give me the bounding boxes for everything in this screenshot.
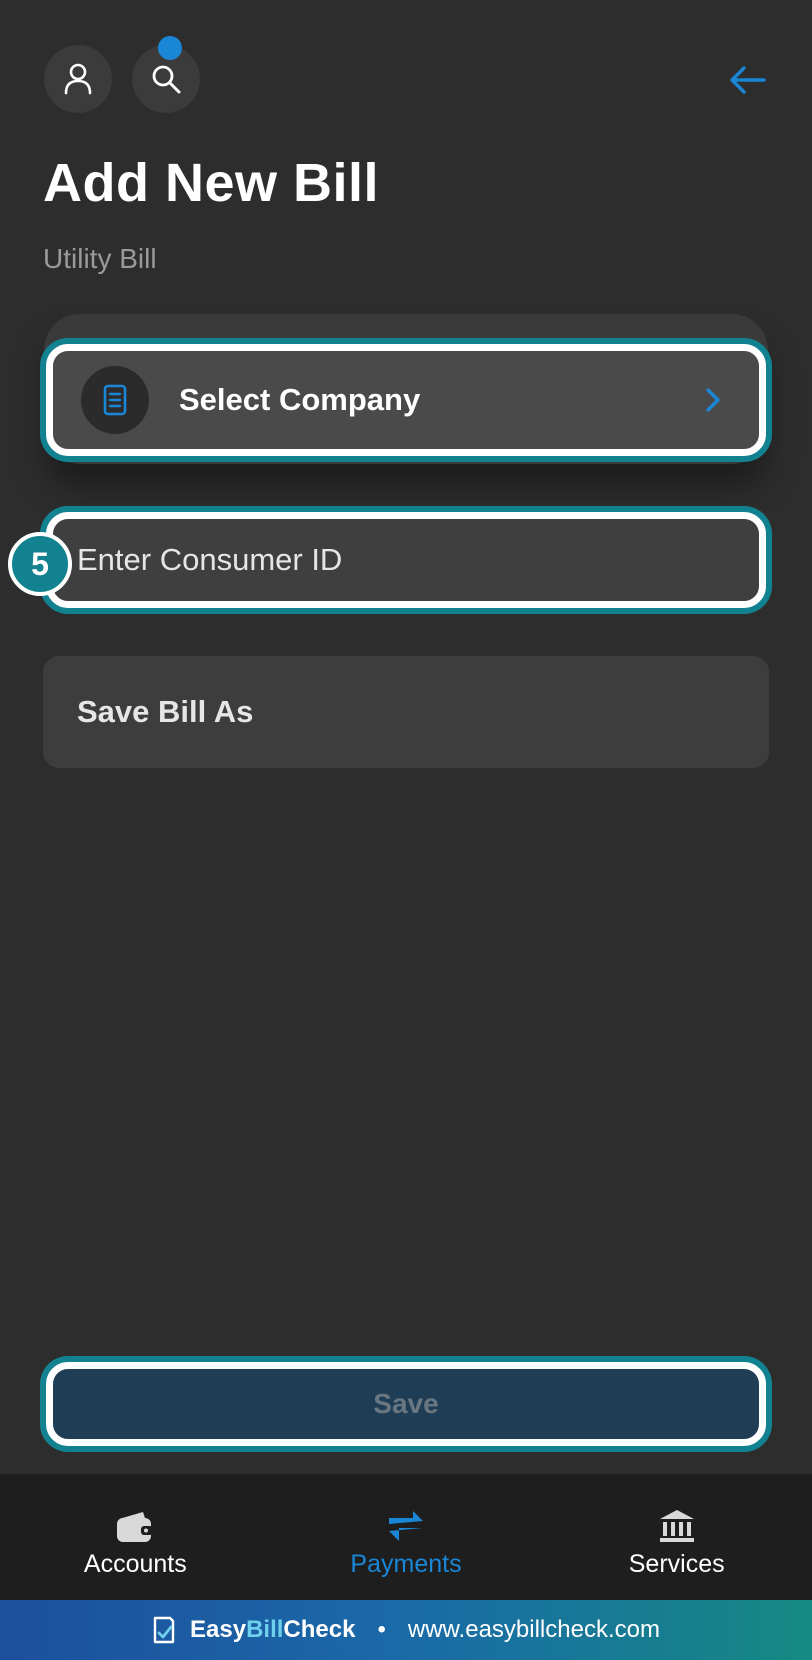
brand-logo-icon — [152, 1616, 176, 1644]
consumer-id-input[interactable] — [77, 542, 717, 578]
back-button[interactable] — [724, 56, 772, 104]
nav-label-payments: Payments — [350, 1550, 462, 1578]
save-button[interactable]: Save — [46, 1362, 766, 1446]
page-subtitle: Utility Bill — [43, 243, 157, 274]
brand-footer: EasyBillCheck • www.easybillcheck.com — [0, 1600, 812, 1660]
nav-item-accounts[interactable]: Accounts — [0, 1474, 271, 1600]
consumer-id-field[interactable] — [46, 512, 766, 608]
page-title: Add New Bill — [43, 153, 380, 213]
footer-separator: • — [377, 1616, 386, 1643]
arrow-left-icon — [730, 66, 766, 94]
bottom-nav: Accounts Payments Services — [0, 1474, 812, 1600]
bank-icon — [658, 1504, 696, 1544]
nav-label-accounts: Accounts — [83, 1550, 187, 1578]
notification-dot — [158, 36, 182, 60]
brand-name: EasyBillCheck — [190, 1616, 355, 1644]
chevron-right-icon — [705, 387, 721, 413]
search-icon — [152, 65, 181, 94]
select-company-button[interactable]: Select Company — [46, 344, 766, 456]
select-company-label: Select Company — [179, 382, 421, 417]
nav-item-services[interactable]: Services — [541, 1474, 812, 1600]
company-icon-container — [81, 366, 149, 434]
save-bill-as-field[interactable]: Save Bill As — [43, 656, 769, 768]
save-bill-as-label: Save Bill As — [77, 694, 254, 729]
step-badge: 5 — [8, 532, 72, 596]
wallet-icon — [115, 1504, 155, 1544]
nav-label-services: Services — [628, 1550, 725, 1578]
person-icon — [64, 63, 92, 95]
brand-name-part2: Bill — [246, 1616, 284, 1643]
transfer-icon — [387, 1504, 425, 1544]
profile-button[interactable] — [44, 45, 112, 113]
nav-item-payments[interactable]: Payments — [271, 1474, 542, 1600]
brand-name-part1: Easy — [190, 1616, 247, 1643]
brand-name-part3: Check — [283, 1616, 356, 1643]
document-icon — [103, 384, 127, 416]
add-bill-screen: Add New Bill Utility Bill Select Company… — [0, 0, 812, 1660]
footer-website: www.easybillcheck.com — [407, 1616, 660, 1643]
